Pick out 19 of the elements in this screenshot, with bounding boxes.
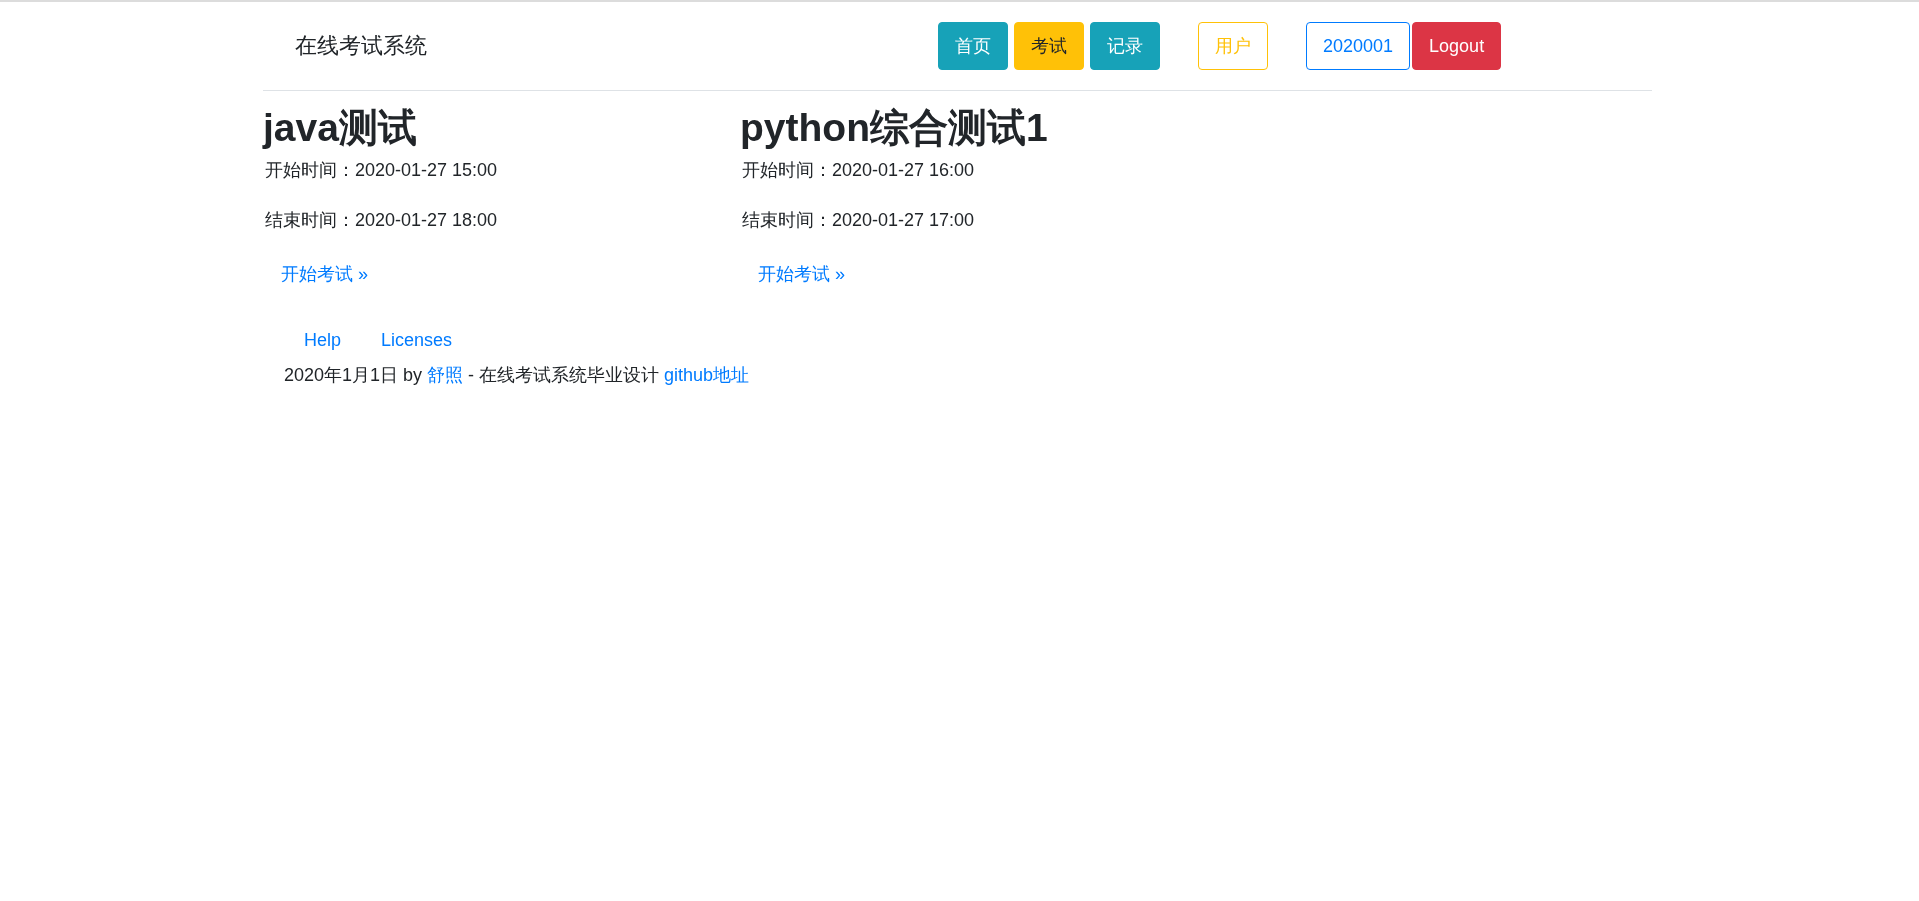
- footer-link[interactable]: Help: [304, 329, 342, 351]
- nav-button[interactable]: 2020001: [1306, 22, 1411, 70]
- nav-button[interactable]: 记录: [1090, 22, 1160, 70]
- start-time: 开始时间：2020-01-27 15:00: [265, 158, 499, 182]
- nav-button[interactable]: Logout: [1412, 22, 1502, 70]
- footer-link[interactable]: Licenses: [381, 329, 453, 351]
- site-title[interactable]: 在线考试系统: [295, 31, 932, 61]
- end-time: 结束时间：2020-01-27 18:00: [265, 208, 499, 232]
- exam-title: java测试: [263, 105, 418, 151]
- end-time: 结束时间：2020-01-27 17:00: [742, 208, 976, 232]
- exam-title: python综合测试1: [740, 105, 1049, 151]
- nav-button[interactable]: 首页: [938, 22, 1008, 70]
- nav-button[interactable]: 考试: [1014, 22, 1084, 70]
- author-link[interactable]: 舒照: [427, 364, 464, 385]
- start-time: 开始时间：2020-01-27 16:00: [742, 158, 976, 182]
- start-exam-link[interactable]: 开始考试 »: [281, 261, 368, 286]
- footer-text: 2020年1月1日 by 舒照 - 在线考试系统毕业设计 github地址: [284, 363, 751, 387]
- repo-link[interactable]: github地址: [664, 364, 750, 385]
- start-exam-link[interactable]: 开始考试 »: [758, 261, 845, 286]
